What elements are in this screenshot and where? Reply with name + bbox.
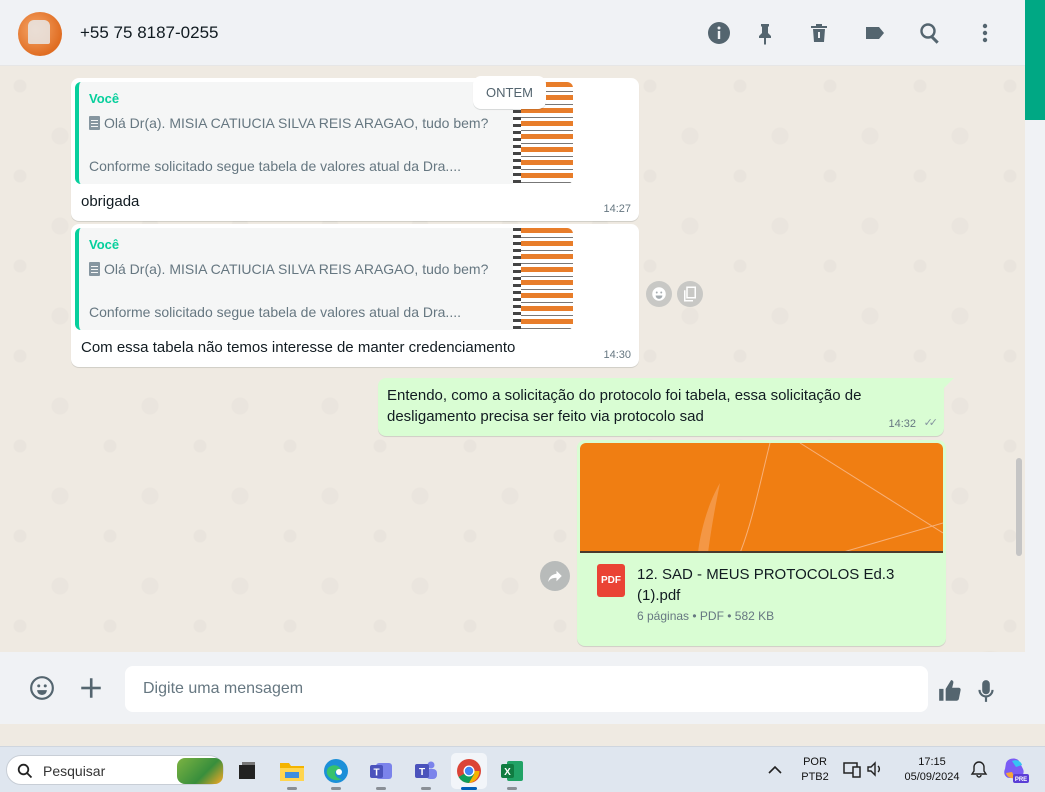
search-highlight-image <box>177 758 223 784</box>
contact-avatar[interactable] <box>18 12 62 56</box>
quoted-author: Você <box>89 237 120 252</box>
chat-header: +55 75 8187-0255 <box>0 0 1025 66</box>
microphone-icon[interactable] <box>971 676 1001 706</box>
excel-icon[interactable]: X <box>494 753 530 790</box>
quoted-text-line1: Olá Dr(a). MISIA CATIUCIA SILVA REIS ARA… <box>89 115 488 131</box>
svg-text:PRE: PRE <box>1015 777 1027 783</box>
volume-icon[interactable] <box>866 760 884 778</box>
pdf-file-icon: PDF <box>597 564 625 597</box>
quoted-text-line2: Conforme solicitado segue tabela de valo… <box>89 304 461 320</box>
input-language[interactable]: POR PTB2 <box>798 755 832 785</box>
pdf-preview[interactable] <box>580 443 943 553</box>
bubble-tail <box>944 378 954 388</box>
svg-text:T: T <box>419 767 425 778</box>
message-composer <box>0 652 1025 724</box>
quoted-text-line1: Olá Dr(a). MISIA CATIUCIA SILVA REIS ARA… <box>89 261 488 277</box>
document-icon <box>89 116 100 130</box>
copilot-icon[interactable]: PRE <box>1000 755 1030 785</box>
message-text-line1: Entendo, como a solicitação do protocolo… <box>387 387 862 404</box>
svg-text:T: T <box>373 768 379 779</box>
scrollbar-thumb[interactable] <box>1016 458 1022 556</box>
whatsapp-window: +55 75 8187-0255 Você Olá Dr(a). MISIA C… <box>0 0 1025 724</box>
quoted-text-line2: Conforme solicitado segue tabela de valo… <box>89 158 461 174</box>
label-icon[interactable] <box>862 20 888 46</box>
thumbs-up-icon[interactable] <box>935 676 965 706</box>
contact-name[interactable]: +55 75 8187-0255 <box>80 23 219 43</box>
network-icon[interactable] <box>843 760 861 778</box>
info-icon[interactable] <box>706 20 732 46</box>
message-time: 14:30 <box>603 349 631 361</box>
react-emoji-button[interactable] <box>646 281 672 307</box>
outgoing-document-message[interactable]: PDF 12. SAD - MEUS PROTOCOLOS Ed.3 (1).p… <box>577 440 946 646</box>
task-view-icon[interactable] <box>229 753 265 789</box>
pin-icon[interactable] <box>752 20 778 46</box>
message-input[interactable] <box>125 666 928 712</box>
teams-icon[interactable]: T <box>408 753 444 790</box>
teams-classic-icon[interactable]: T <box>363 753 399 790</box>
svg-text:X: X <box>504 767 511 778</box>
windows-taskbar: Pesquisar T T X POR PTB2 17:15 05/09/202… <box>0 746 1045 792</box>
emoji-icon[interactable] <box>27 673 57 703</box>
document-meta: 6 páginas • PDF • 582 KB <box>637 609 775 623</box>
message-time: 14:27 <box>603 203 631 215</box>
outgoing-message[interactable]: Entendo, como a solicitação do protocolo… <box>378 378 944 436</box>
file-explorer-icon[interactable] <box>274 753 310 790</box>
window-edge <box>1025 120 1045 724</box>
copy-icon[interactable] <box>677 281 703 307</box>
read-receipt-icon: ✓✓ <box>923 417 939 429</box>
delete-icon[interactable] <box>806 20 832 46</box>
search-label: Pesquisar <box>43 763 106 779</box>
taskbar-search[interactable]: Pesquisar <box>6 755 224 785</box>
document-name[interactable]: 12. SAD - MEUS PROTOCOLOS Ed.3 (1).pdf <box>637 564 927 606</box>
edge-browser-icon[interactable] <box>318 753 354 790</box>
message-text: Com essa tabela não temos interesse de m… <box>81 339 516 356</box>
menu-icon[interactable] <box>972 20 998 46</box>
search-icon <box>17 763 33 779</box>
quoted-thumbnail <box>513 228 573 330</box>
search-icon[interactable] <box>917 20 943 46</box>
date-separator: ONTEM <box>473 76 546 109</box>
clock[interactable]: 17:15 05/09/2024 <box>895 755 969 785</box>
attach-plus-icon[interactable] <box>76 673 106 703</box>
message-list[interactable]: Você Olá Dr(a). MISIA CATIUCIA SILVA REI… <box>0 66 1025 652</box>
incoming-message[interactable]: Você Olá Dr(a). MISIA CATIUCIA SILVA REI… <box>71 224 639 367</box>
document-icon <box>89 262 100 276</box>
chevron-up-icon[interactable] <box>765 760 785 780</box>
chrome-icon[interactable] <box>451 753 487 790</box>
quoted-message[interactable]: Você Olá Dr(a). MISIA CATIUCIA SILVA REI… <box>75 228 573 330</box>
forward-icon[interactable] <box>540 561 570 591</box>
message-text-line2: desligamento precisa ser feito via proto… <box>387 408 704 425</box>
message-time: 14:32 <box>888 418 916 430</box>
notification-bell-icon[interactable] <box>970 760 988 778</box>
message-text: obrigada <box>81 193 140 210</box>
incoming-message[interactable]: Você Olá Dr(a). MISIA CATIUCIA SILVA REI… <box>71 78 639 221</box>
quoted-author: Você <box>89 91 120 106</box>
window-edge-accent <box>1025 0 1045 120</box>
